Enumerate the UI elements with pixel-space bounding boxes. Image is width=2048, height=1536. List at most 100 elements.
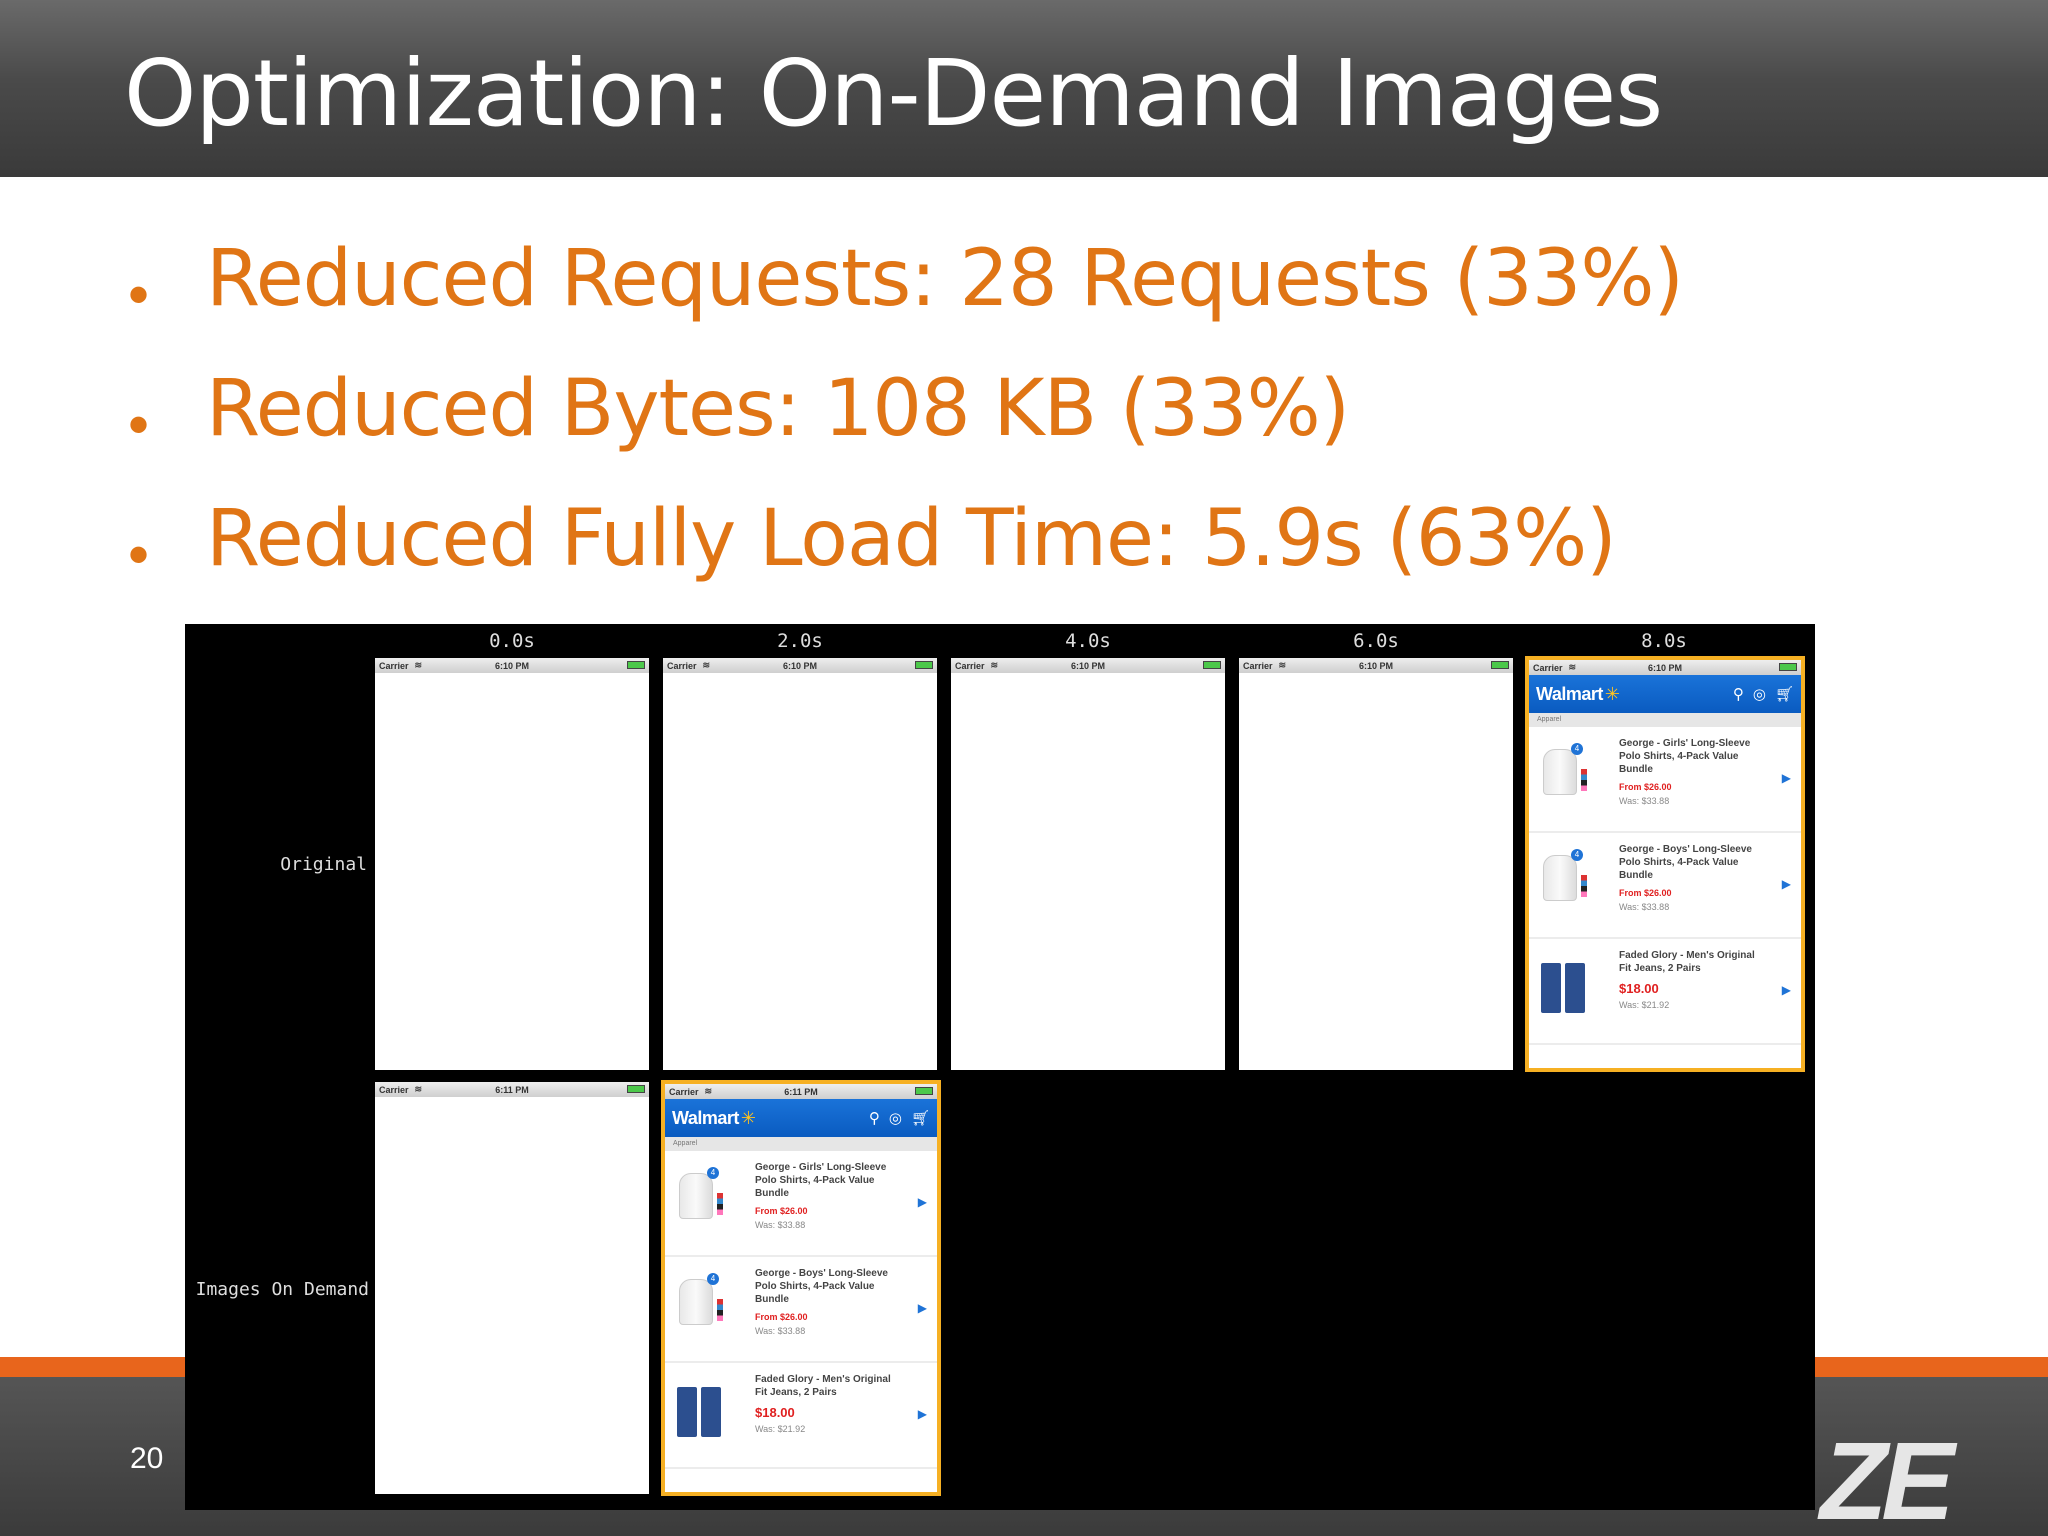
bullet-list: • Reduced Requests: 28 Requests (33%) • … [124,228,1924,618]
clock: 6:10 PM [782,660,817,671]
frame-original-4s: Carrier ≋ 6:10 PM [951,658,1225,1070]
battery-icon [1203,661,1221,669]
bullet-dot-icon: • [128,261,150,328]
product-was-price: Was: $33.88 [755,1326,806,1336]
product-name: George - Boys' Long-Sleeve Polo Shirts, … [1619,844,1752,881]
product-price: From $26.00 [755,1206,808,1216]
list-item[interactable]: 4 George - Boys' Long-Sleeve Polo Shirts… [1529,833,1801,939]
cart-icon[interactable]: 🛒︎ [911,1109,930,1127]
time-label: 2.0s [777,630,823,652]
product-price: $18.00 [755,1405,795,1420]
walmart-logo: Walmart [1536,683,1603,704]
product-image [675,1381,723,1437]
time-label: 0.0s [489,630,535,652]
location-icon[interactable]: ◎ [889,1109,902,1127]
list-item[interactable]: Faded Glory - Men's Original Fit Jeans, … [1529,939,1801,1045]
search-icon[interactable]: ⚲ [869,1109,880,1127]
list-item[interactable]: 4 George - Girls' Long-Sleeve Polo Shirt… [1529,727,1801,833]
status-bar: Carrier ≋ 6:10 PM [375,658,649,673]
product-name: Faded Glory - Men's Original Fit Jeans, … [755,1374,891,1398]
product-image: 4 [675,1167,723,1221]
product-price: From $26.00 [755,1312,808,1322]
clock: 6:10 PM [1358,660,1393,671]
list-item[interactable]: Faded Glory - Men's Original Fit Jeans, … [665,1363,937,1469]
product-image: 4 [1539,743,1587,797]
breadcrumb[interactable]: Apparel [1529,713,1801,727]
walmart-header: Walmart ✳ ⚲ ◎ 🛒︎ [665,1099,937,1137]
chevron-right-icon: ▶ [917,1195,927,1209]
status-bar: Carrier ≋ 6:10 PM [1529,660,1801,675]
battery-icon [915,661,933,669]
filmstrip: 0.0s 2.0s 4.0s 6.0s 8.0s Original Images… [185,624,1815,1510]
company-logo: ZE [1820,1420,1955,1536]
chevron-right-icon: ▶ [917,1407,927,1421]
slide-title: Optimization: On-Demand Images [124,40,1663,147]
product-was-price: Was: $33.88 [1619,796,1670,806]
row-label-on-demand: Images On Demand [195,1279,369,1300]
walmart-header: Walmart ✳ ⚲ ◎ 🛒︎ [1529,675,1801,713]
spark-icon: ✳ [740,1107,756,1128]
frame-original-8s: Carrier ≋ 6:10 PM Walmart ✳ ⚲ ◎ 🛒︎ Apparel 4 … [1525,656,1805,1072]
clock: 6:10 PM [494,660,529,671]
clock: 6:10 PM [1070,660,1105,671]
frame-ondemand-2s: Carrier ≋ 6:11 PM Walmart ✳ ⚲ ◎ 🛒︎ Apparel 4 … [661,1080,941,1496]
battery-icon [627,1085,645,1093]
status-bar: Carrier ≋ 6:10 PM [663,658,937,673]
chevron-right-icon: ▶ [1781,877,1791,891]
product-price: From $26.00 [1619,782,1672,792]
badge-icon: 4 [1571,743,1583,755]
frame-ondemand-0s: Carrier ≋ 6:11 PM [375,1082,649,1494]
chevron-right-icon: ▶ [1781,771,1791,785]
product-image [1539,957,1587,1013]
search-icon[interactable]: ⚲ [1733,685,1744,703]
clock: 6:10 PM [1647,662,1682,673]
product-image: 4 [675,1273,723,1327]
time-label: 4.0s [1065,630,1111,652]
battery-icon [627,661,645,669]
badge-icon: 4 [1571,849,1583,861]
time-label: 6.0s [1353,630,1399,652]
product-was-price: Was: $21.92 [1619,1000,1670,1010]
walmart-logo: Walmart [672,1107,739,1128]
status-bar: Carrier ≋ 6:10 PM [951,658,1225,673]
badge-icon: 4 [707,1273,719,1285]
chevron-right-icon: ▶ [917,1301,927,1315]
page-number: 20 [130,1442,164,1475]
clock: 6:11 PM [784,1086,818,1097]
spark-icon: ✳ [1604,683,1620,704]
status-bar: Carrier ≋ 6:11 PM [375,1082,649,1097]
list-item[interactable]: 4 George - Boys' Long-Sleeve Polo Shirts… [665,1257,937,1363]
location-icon[interactable]: ◎ [1753,685,1766,703]
battery-icon [915,1087,933,1095]
product-price: From $26.00 [1619,888,1672,898]
product-was-price: Was: $21.92 [755,1424,806,1434]
badge-icon: 4 [707,1167,719,1179]
frame-original-6s: Carrier ≋ 6:10 PM [1239,658,1513,1070]
bullet-text: Reduced Fully Load Time: 5.9s (63%) [206,494,1617,584]
product-name: Faded Glory - Men's Original Fit Jeans, … [1619,950,1755,974]
time-label: 8.0s [1641,630,1687,652]
bullet-item: • Reduced Requests: 28 Requests (33%) [124,228,1924,358]
frame-original-2s: Carrier ≋ 6:10 PM [663,658,937,1070]
cart-icon[interactable]: 🛒︎ [1775,685,1794,703]
product-name: George - Boys' Long-Sleeve Polo Shirts, … [755,1268,888,1305]
clock: 6:11 PM [495,1084,529,1095]
bullet-item: • Reduced Bytes: 108 KB (33%) [124,358,1924,488]
status-bar: Carrier ≋ 6:10 PM [1239,658,1513,673]
breadcrumb[interactable]: Apparel [665,1137,937,1151]
row-label-original: Original [280,854,367,875]
bullet-text: Reduced Bytes: 108 KB (33%) [206,364,1350,454]
bullet-dot-icon: • [128,391,150,458]
product-was-price: Was: $33.88 [755,1220,806,1230]
chevron-right-icon: ▶ [1781,983,1791,997]
frame-original-0s: Carrier ≋ 6:10 PM [375,658,649,1070]
product-name: George - Girls' Long-Sleeve Polo Shirts,… [755,1162,887,1199]
list-item[interactable]: 4 George - Girls' Long-Sleeve Polo Shirt… [665,1151,937,1257]
bullet-item: • Reduced Fully Load Time: 5.9s (63%) [124,488,1924,618]
product-name: George - Girls' Long-Sleeve Polo Shirts,… [1619,738,1751,775]
bullet-text: Reduced Requests: 28 Requests (33%) [206,234,1684,324]
product-image: 4 [1539,849,1587,903]
bullet-dot-icon: • [128,521,150,588]
battery-icon [1491,661,1509,669]
product-was-price: Was: $33.88 [1619,902,1670,912]
